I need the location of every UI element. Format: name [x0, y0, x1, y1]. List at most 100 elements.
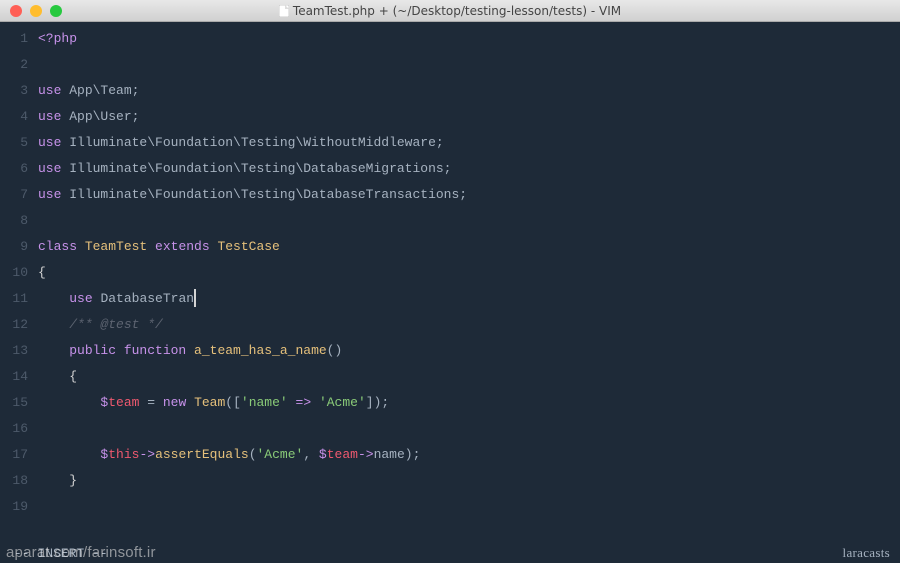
- code-line[interactable]: <?php: [38, 26, 900, 52]
- code-token: function: [124, 343, 194, 358]
- code-token: ,: [303, 447, 319, 462]
- code-token: team: [327, 447, 358, 462]
- editor-area[interactable]: 12345678910111213141516171819 <?phpuse A…: [0, 22, 900, 543]
- code-token: [38, 447, 100, 462]
- text-cursor: [194, 289, 196, 307]
- code-token: App\Team;: [69, 83, 139, 98]
- code-token: ([: [225, 395, 241, 410]
- code-line[interactable]: /** @test */: [38, 312, 900, 338]
- code-token: use: [38, 83, 69, 98]
- line-number: 8: [0, 208, 38, 234]
- line-number: 4: [0, 104, 38, 130]
- line-number: 19: [0, 494, 38, 520]
- line-number: 6: [0, 156, 38, 182]
- code-token: ]);: [366, 395, 389, 410]
- code-line[interactable]: use App\Team;: [38, 78, 900, 104]
- code-token: ->: [139, 447, 155, 462]
- code-token: (): [327, 343, 343, 358]
- code-token: {: [38, 265, 46, 280]
- code-token: (: [249, 447, 257, 462]
- code-token: ->: [358, 447, 374, 462]
- code-token: [38, 369, 69, 384]
- code-token: TestCase: [217, 239, 279, 254]
- code-token: new: [163, 395, 194, 410]
- code-token: $: [319, 447, 327, 462]
- code-token: [288, 395, 296, 410]
- code-token: }: [69, 473, 77, 488]
- code-line[interactable]: {: [38, 364, 900, 390]
- line-number: 15: [0, 390, 38, 416]
- line-number: 17: [0, 442, 38, 468]
- code-token: use: [38, 161, 69, 176]
- code-token: Illuminate\Foundation\Testing\DatabaseTr…: [69, 187, 467, 202]
- code-line[interactable]: use DatabaseTran: [38, 286, 900, 312]
- line-number: 7: [0, 182, 38, 208]
- code-token: 'Acme': [257, 447, 304, 462]
- code-line[interactable]: class TeamTest extends TestCase: [38, 234, 900, 260]
- code-token: assertEquals: [155, 447, 249, 462]
- code-token: use: [38, 135, 69, 150]
- code-content[interactable]: <?phpuse App\Team;use App\User;use Illum…: [38, 26, 900, 543]
- maximize-icon[interactable]: [50, 5, 62, 17]
- line-number: 1: [0, 26, 38, 52]
- code-line[interactable]: use App\User;: [38, 104, 900, 130]
- code-token: [38, 291, 69, 306]
- code-line[interactable]: [38, 208, 900, 234]
- code-token: extends: [147, 239, 217, 254]
- code-token: {: [69, 369, 77, 384]
- code-token: /** @test */: [69, 317, 163, 332]
- line-number: 9: [0, 234, 38, 260]
- code-token: 'name': [241, 395, 288, 410]
- line-number: 12: [0, 312, 38, 338]
- code-line[interactable]: public function a_team_has_a_name(): [38, 338, 900, 364]
- code-token: use: [38, 109, 69, 124]
- line-number: 10: [0, 260, 38, 286]
- brand-label: laracasts: [843, 545, 890, 561]
- line-number: 16: [0, 416, 38, 442]
- code-line[interactable]: use Illuminate\Foundation\Testing\Withou…: [38, 130, 900, 156]
- code-line[interactable]: }: [38, 468, 900, 494]
- line-number: 13: [0, 338, 38, 364]
- line-number: 18: [0, 468, 38, 494]
- line-number: 11: [0, 286, 38, 312]
- code-token: a_team_has_a_name: [194, 343, 327, 358]
- code-token: [38, 473, 69, 488]
- window-title: TeamTest.php + (~/Desktop/testing-lesson…: [0, 4, 900, 18]
- code-token: [38, 317, 69, 332]
- code-token: =: [139, 395, 162, 410]
- line-number: 2: [0, 52, 38, 78]
- code-token: [311, 395, 319, 410]
- code-token: Team: [194, 395, 225, 410]
- code-line[interactable]: $team = new Team(['name' => 'Acme']);: [38, 390, 900, 416]
- code-token: this: [108, 447, 139, 462]
- traffic-lights: [0, 5, 62, 17]
- minimize-icon[interactable]: [30, 5, 42, 17]
- code-line[interactable]: {: [38, 260, 900, 286]
- watermark: aparat.com/farinsoft.ir: [6, 544, 156, 561]
- code-token: use: [38, 187, 69, 202]
- code-token: Illuminate\Foundation\Testing\WithoutMid…: [69, 135, 443, 150]
- code-line[interactable]: use Illuminate\Foundation\Testing\Databa…: [38, 182, 900, 208]
- code-token: Illuminate\Foundation\Testing\DatabaseMi…: [69, 161, 451, 176]
- code-token: class: [38, 239, 85, 254]
- code-token: 'Acme': [319, 395, 366, 410]
- code-token: [38, 395, 100, 410]
- window-title-text: TeamTest.php + (~/Desktop/testing-lesson…: [293, 4, 621, 18]
- code-token: DatabaseTran: [100, 291, 194, 306]
- code-line[interactable]: [38, 52, 900, 78]
- code-token: =>: [296, 395, 312, 410]
- close-icon[interactable]: [10, 5, 22, 17]
- code-token: use: [69, 291, 100, 306]
- code-token: team: [108, 395, 139, 410]
- code-line[interactable]: [38, 494, 900, 520]
- code-line[interactable]: use Illuminate\Foundation\Testing\Databa…: [38, 156, 900, 182]
- code-line[interactable]: $this->assertEquals('Acme', $team->name)…: [38, 442, 900, 468]
- code-token: public: [69, 343, 124, 358]
- code-token: TeamTest: [85, 239, 147, 254]
- line-number: 3: [0, 78, 38, 104]
- line-number: 14: [0, 364, 38, 390]
- code-line[interactable]: [38, 416, 900, 442]
- code-token: name);: [374, 447, 421, 462]
- document-icon: [279, 5, 289, 17]
- line-number: 5: [0, 130, 38, 156]
